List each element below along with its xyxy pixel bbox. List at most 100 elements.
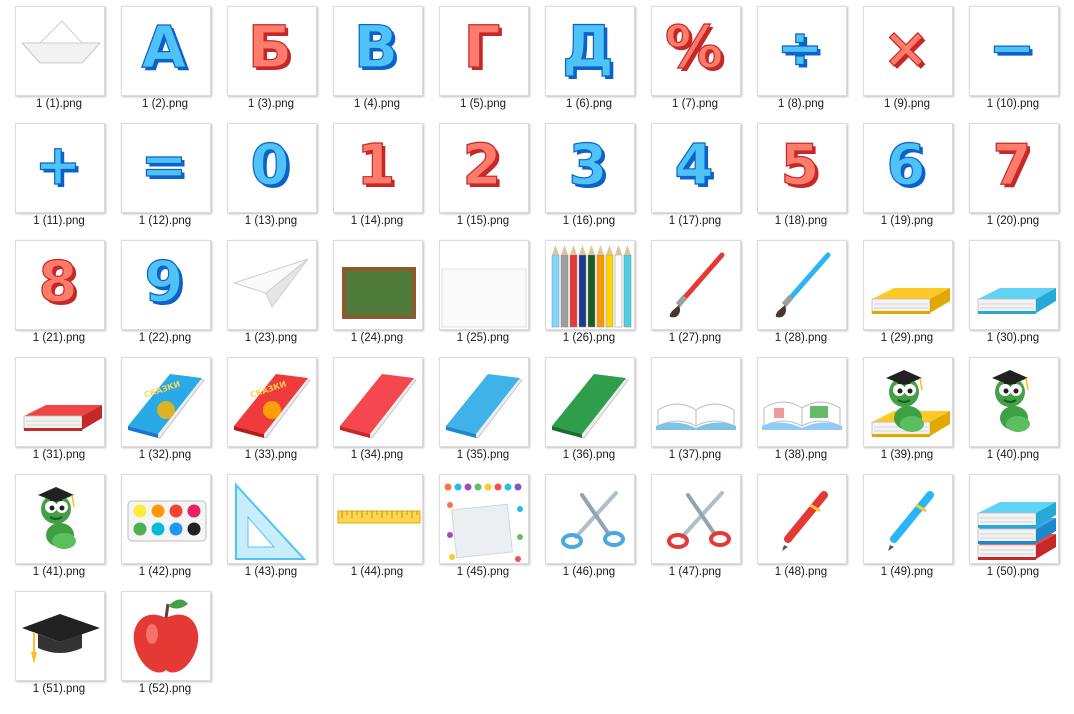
file-grid: 1 (1).png А А 1 (2).png Б Б 1 (3).png В В 1 (4… [0, 0, 1074, 714]
file-item[interactable]: 1 (27).png [642, 236, 748, 352]
digit-8-icon: 8 8 [15, 240, 105, 330]
file-item[interactable]: В В 1 (4).png [324, 2, 430, 118]
file-item[interactable]: 1 (25).png [430, 236, 536, 352]
file-item[interactable]: 1 (42).png [112, 470, 218, 586]
file-name-label: 1 (14).png [350, 215, 404, 227]
file-item[interactable]: 1 (36).png [536, 353, 642, 469]
file-item[interactable]: 8 8 1 (21).png [6, 236, 112, 352]
file-item[interactable]: 2 2 1 (15).png [430, 119, 536, 235]
file-item[interactable]: 1 (23).png [218, 236, 324, 352]
file-item[interactable]: 1 (47).png [642, 470, 748, 586]
minus-sign-icon: − − [969, 6, 1059, 96]
file-name-label: 1 (28).png [774, 332, 828, 344]
svg-text:Б: Б [248, 13, 292, 81]
file-name-label: 1 (10).png [986, 98, 1040, 110]
file-item[interactable]: 9 9 1 (22).png [112, 236, 218, 352]
file-item[interactable]: Б Б 1 (3).png [218, 2, 324, 118]
file-item[interactable]: 1 1 1 (14).png [324, 119, 430, 235]
file-item[interactable]: Г Г 1 (5).png [430, 2, 536, 118]
file-item[interactable]: 4 4 1 (17).png [642, 119, 748, 235]
open-book-icon [651, 357, 741, 447]
file-item[interactable]: 1 (52).png [112, 587, 218, 703]
file-item[interactable]: 1 (28).png [748, 236, 854, 352]
file-item[interactable]: 0 0 1 (13).png [218, 119, 324, 235]
file-item[interactable]: 1 (46).png [536, 470, 642, 586]
file-name-label: 1 (47).png [668, 566, 722, 578]
svg-text:9: 9 [145, 250, 184, 315]
file-item[interactable]: + + 1 (11).png [6, 119, 112, 235]
file-item[interactable]: 1 (24).png [324, 236, 430, 352]
file-item[interactable]: 7 7 1 (20).png [960, 119, 1066, 235]
file-item[interactable]: Д Д 1 (6).png [536, 2, 642, 118]
file-item[interactable]: 1 (41).png [6, 470, 112, 586]
letter-de-icon: Д Д [545, 6, 635, 96]
book-cyan-icon [969, 240, 1059, 330]
file-item[interactable]: 1 (39).png [854, 353, 960, 469]
file-item[interactable]: 6 6 1 (19).png [854, 119, 960, 235]
file-item[interactable]: 1 (34).png [324, 353, 430, 469]
file-name-label: 1 (32).png [138, 449, 192, 461]
svg-text:В: В [354, 13, 398, 81]
file-item[interactable]: 1 (40).png [960, 353, 1066, 469]
file-name-label: 1 (16).png [562, 215, 616, 227]
file-item[interactable]: 1 (45).png [430, 470, 536, 586]
file-name-label: 1 (19).png [880, 215, 934, 227]
file-name-label: 1 (25).png [456, 332, 510, 344]
letter-be-icon: Б Б [227, 6, 317, 96]
file-item[interactable]: 1 (1).png [6, 2, 112, 118]
blank-sheet-icon [439, 240, 529, 330]
paper-plane-icon [227, 240, 317, 330]
svg-text:1: 1 [357, 133, 396, 198]
file-item[interactable]: 1 (48).png [748, 470, 854, 586]
file-name-label: 1 (37).png [668, 449, 722, 461]
file-item[interactable]: 1 (50).png [960, 470, 1066, 586]
file-name-label: 1 (42).png [138, 566, 192, 578]
file-item[interactable]: % % 1 (7).png [642, 2, 748, 118]
svg-text:8: 8 [39, 250, 78, 315]
file-item[interactable]: 1 (49).png [854, 470, 960, 586]
bookworm-standing-icon [15, 474, 105, 564]
file-item[interactable]: СКАЗКИ 1 (32).png [112, 353, 218, 469]
multiplication-sign-icon: × × [863, 6, 953, 96]
file-name-label: 1 (43).png [244, 566, 298, 578]
file-name-label: 1 (17).png [668, 215, 722, 227]
file-name-label: 1 (3).png [247, 98, 295, 110]
watercolor-paint-set-icon [121, 474, 211, 564]
file-name-label: 1 (39).png [880, 449, 934, 461]
paintbrush-red-icon [651, 240, 741, 330]
file-item[interactable]: 1 (26).png [536, 236, 642, 352]
file-name-label: 1 (38).png [774, 449, 828, 461]
file-item[interactable]: А А 1 (2).png [112, 2, 218, 118]
file-item[interactable]: = = 1 (12).png [112, 119, 218, 235]
file-item[interactable]: × × 1 (9).png [854, 2, 960, 118]
file-name-label: 1 (6).png [565, 98, 613, 110]
file-name-label: 1 (24).png [350, 332, 404, 344]
file-name-label: 1 (46).png [562, 566, 616, 578]
file-item[interactable]: 5 5 1 (18).png [748, 119, 854, 235]
file-item[interactable]: 1 (30).png [960, 236, 1066, 352]
file-item[interactable]: 1 (29).png [854, 236, 960, 352]
set-square-icon [227, 474, 317, 564]
scissors-blue-icon [545, 474, 635, 564]
file-item[interactable]: ÷ ÷ 1 (8).png [748, 2, 854, 118]
file-item[interactable]: СКАЗКИ 1 (33).png [218, 353, 324, 469]
file-item[interactable]: 1 (51).png [6, 587, 112, 703]
file-item[interactable]: 1 (38).png [748, 353, 854, 469]
file-item[interactable]: 1 (37).png [642, 353, 748, 469]
division-sign-icon: ÷ ÷ [757, 6, 847, 96]
file-item[interactable]: − − 1 (10).png [960, 2, 1066, 118]
digit-2-icon: 2 2 [439, 123, 529, 213]
svg-text:−: − [989, 16, 1036, 81]
file-item[interactable]: 3 3 1 (16).png [536, 119, 642, 235]
file-name-label: 1 (27).png [668, 332, 722, 344]
file-name-label: 1 (11).png [33, 215, 85, 227]
file-item[interactable]: 1 (43).png [218, 470, 324, 586]
chalkboard-icon [333, 240, 423, 330]
book-standing-green-icon [545, 357, 635, 447]
letter-a-icon: А А [121, 6, 211, 96]
file-item[interactable]: 1 (44).png [324, 470, 430, 586]
file-name-label: 1 (48).png [774, 566, 828, 578]
file-name-label: 1 (35).png [456, 449, 510, 461]
file-item[interactable]: 1 (31).png [6, 353, 112, 469]
file-item[interactable]: 1 (35).png [430, 353, 536, 469]
